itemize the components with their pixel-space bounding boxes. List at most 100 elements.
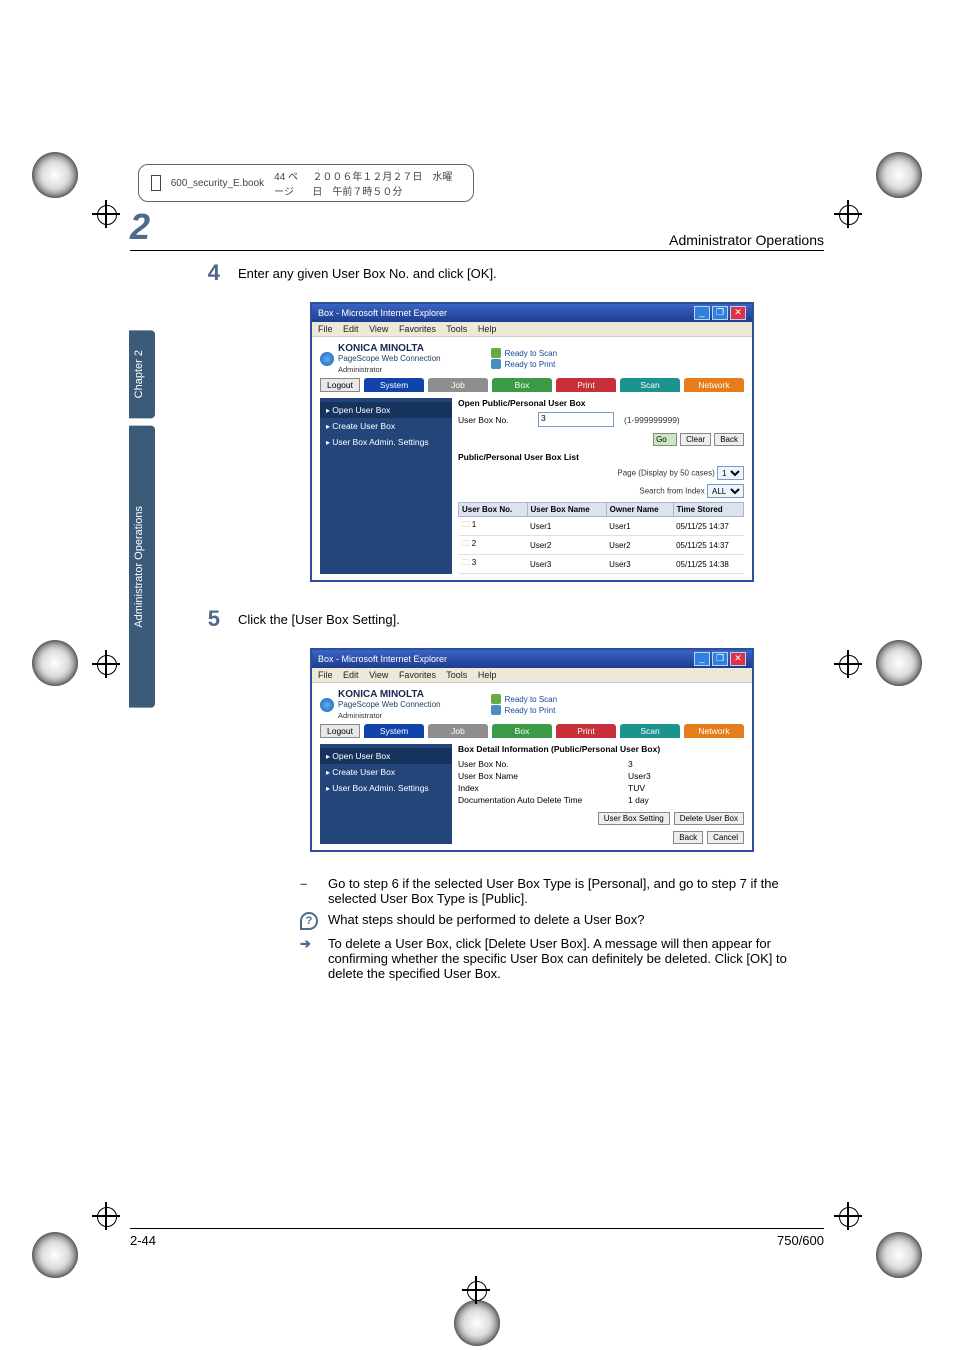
col-box-no: User Box No.	[459, 503, 528, 517]
table-row[interactable]: 🗀 2 User2 User2 05/11/25 14:37	[459, 536, 744, 555]
status-print: Ready to Print	[505, 706, 556, 715]
footer-page-number: 2-44	[130, 1233, 156, 1248]
tab-network[interactable]: Network	[684, 724, 744, 738]
col-time: Time Stored	[673, 503, 743, 517]
user-box-setting-button[interactable]: User Box Setting	[598, 812, 670, 825]
tab-print[interactable]: Print	[556, 724, 616, 738]
page-icon	[151, 175, 161, 191]
tab-job[interactable]: Job	[428, 378, 488, 392]
user-box-no-input[interactable]: 3	[538, 412, 614, 427]
footer-model: 750/600	[777, 1233, 824, 1248]
step-4: 4 Enter any given User Box No. and click…	[190, 260, 824, 286]
side-tabs: Chapter 2 Administrator Operations	[129, 330, 155, 708]
index-select[interactable]: ALL	[707, 484, 744, 498]
register-mark	[92, 1202, 120, 1230]
status-print: Ready to Print	[505, 360, 556, 369]
print-status-icon	[491, 359, 501, 369]
logout-button[interactable]: Logout	[320, 378, 360, 392]
menu-view[interactable]: View	[369, 324, 388, 334]
brand-sub: PageScope Web Connection	[338, 354, 441, 363]
side-admin-settings[interactable]: User Box Admin. Settings	[320, 780, 452, 796]
tab-box[interactable]: Box	[492, 724, 552, 738]
register-mark	[92, 200, 120, 228]
panel-heading: Box Detail Information (Public/Personal …	[458, 744, 744, 754]
status-scan: Ready to Scan	[505, 695, 557, 704]
ie-menubar: File Edit View Favorites Tools Help	[312, 668, 752, 683]
index-search-label: Search from Index	[639, 487, 704, 496]
value-box-name: User3	[628, 771, 651, 781]
menu-favorites[interactable]: Favorites	[399, 670, 436, 680]
side-open-user-box[interactable]: Open User Box	[320, 402, 452, 418]
back-button[interactable]: Back	[714, 433, 744, 446]
menu-favorites[interactable]: Favorites	[399, 324, 436, 334]
step-number: 5	[190, 606, 220, 632]
admin-label: Administrator	[338, 365, 441, 374]
brand-name: KONICA MINOLTA	[338, 689, 441, 700]
tab-box[interactable]: Box	[492, 378, 552, 392]
menu-file[interactable]: File	[318, 670, 333, 680]
back-button[interactable]: Back	[673, 831, 703, 844]
logout-button[interactable]: Logout	[320, 724, 360, 738]
side-create-user-box[interactable]: Create User Box	[320, 418, 452, 434]
menu-help[interactable]: Help	[478, 670, 497, 680]
tab-print[interactable]: Print	[556, 378, 616, 392]
menu-tools[interactable]: Tools	[446, 670, 467, 680]
go-button[interactable]: Go	[653, 433, 677, 446]
ie-titlebar: Box - Microsoft Internet Explorer _ ❐ ✕	[312, 650, 752, 668]
menu-view[interactable]: View	[369, 670, 388, 680]
delete-user-box-button[interactable]: Delete User Box	[674, 812, 744, 825]
close-button[interactable]: ✕	[730, 306, 746, 320]
panel-heading: Open Public/Personal User Box	[458, 398, 744, 408]
page-header: 2 Administrator Operations	[130, 206, 824, 251]
minimize-button[interactable]: _	[694, 652, 710, 666]
menu-help[interactable]: Help	[478, 324, 497, 334]
col-owner: Owner Name	[606, 503, 673, 517]
tab-scan[interactable]: Scan	[620, 724, 680, 738]
tab-network[interactable]: Network	[684, 378, 744, 392]
side-admin-settings[interactable]: User Box Admin. Settings	[320, 434, 452, 450]
side-menu: Open User Box Create User Box User Box A…	[320, 398, 452, 574]
tab-job[interactable]: Job	[428, 724, 488, 738]
clear-button[interactable]: Clear	[680, 433, 711, 446]
side-open-user-box[interactable]: Open User Box	[320, 748, 452, 764]
rh-date: ２００６年１２月２７日 水曜日 午前７時５０分	[312, 168, 461, 198]
tab-system[interactable]: System	[364, 378, 424, 392]
menu-tools[interactable]: Tools	[446, 324, 467, 334]
print-status-icon	[491, 705, 501, 715]
step-5: 5 Click the [User Box Setting].	[190, 606, 824, 632]
rh-file: 600_security_E.book	[171, 178, 264, 189]
cancel-button[interactable]: Cancel	[707, 831, 744, 844]
table-row[interactable]: 🗀 3 User3 User3 05/11/25 14:38	[459, 555, 744, 574]
side-create-user-box[interactable]: Create User Box	[320, 764, 452, 780]
value-auto-delete: 1 day	[628, 795, 649, 805]
tab-system[interactable]: System	[364, 724, 424, 738]
maximize-button[interactable]: ❐	[712, 306, 728, 320]
minimize-button[interactable]: _	[694, 306, 710, 320]
crop-dot	[32, 1232, 78, 1278]
scan-status-icon	[491, 694, 501, 704]
ie-title: Box - Microsoft Internet Explorer	[318, 654, 447, 664]
running-head: 600_security_E.book 44 ページ ２００６年１２月２７日 水…	[138, 164, 474, 202]
crop-dot	[32, 152, 78, 198]
register-mark	[92, 650, 120, 678]
menu-edit[interactable]: Edit	[343, 670, 359, 680]
note-answer: To delete a User Box, click [Delete User…	[328, 936, 824, 981]
close-button[interactable]: ✕	[730, 652, 746, 666]
status-scan: Ready to Scan	[505, 349, 557, 358]
ie-titlebar: Box - Microsoft Internet Explorer _ ❐ ✕	[312, 304, 752, 322]
user-box-table: User Box No. User Box Name Owner Name Ti…	[458, 502, 744, 574]
tab-scan[interactable]: Scan	[620, 378, 680, 392]
maximize-button[interactable]: ❐	[712, 652, 728, 666]
page-footer: 2-44 750/600	[130, 1228, 824, 1248]
register-mark	[462, 1276, 490, 1304]
table-row[interactable]: 🗀 1 User1 User1 05/11/25 14:37	[459, 517, 744, 536]
crop-dot	[876, 1232, 922, 1278]
ie-menubar: File Edit View Favorites Tools Help	[312, 322, 752, 337]
menu-edit[interactable]: Edit	[343, 324, 359, 334]
label-index: Index	[458, 783, 598, 793]
register-mark	[834, 650, 862, 678]
brand-logo-icon	[320, 352, 334, 366]
crop-dot	[876, 640, 922, 686]
page-select[interactable]: 1	[717, 466, 744, 480]
menu-file[interactable]: File	[318, 324, 333, 334]
